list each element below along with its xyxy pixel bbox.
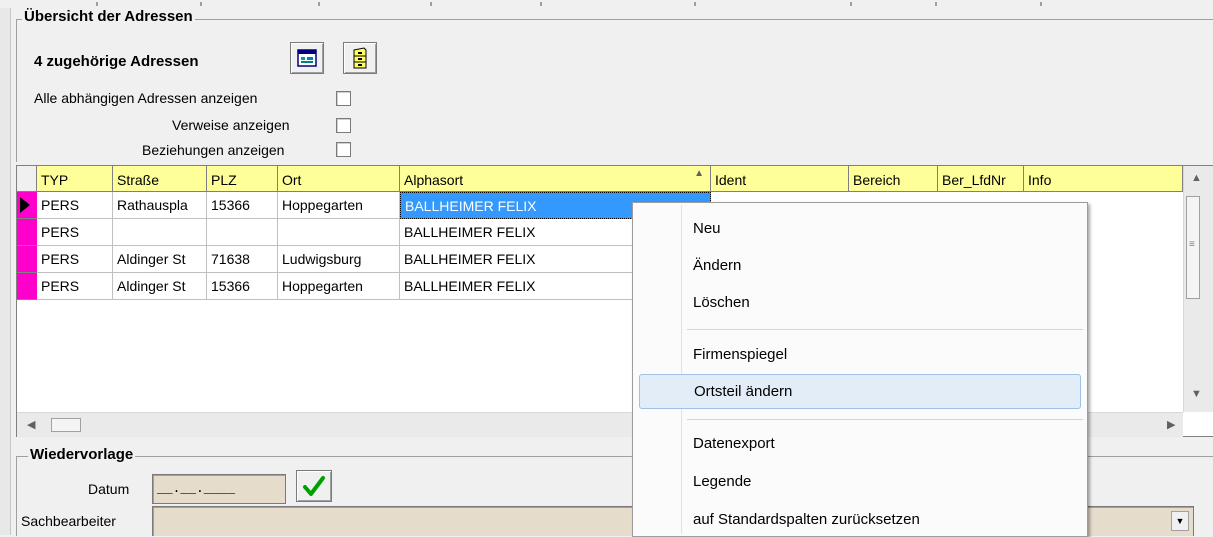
scroll-right-icon[interactable]: ▶ bbox=[1167, 418, 1175, 431]
table-cell-strasse[interactable] bbox=[113, 219, 207, 246]
date-input-value: __.__.____ bbox=[157, 481, 236, 496]
horizontal-scroll-thumb[interactable] bbox=[51, 418, 81, 432]
col-header-ident[interactable]: Ident bbox=[711, 166, 849, 192]
resubmission-title: Wiedervorlage bbox=[28, 446, 136, 463]
table-cell-ort[interactable]: Hoppegarten bbox=[278, 192, 400, 219]
checkmark-icon bbox=[303, 476, 325, 496]
table-cell-typ[interactable]: PERS bbox=[37, 192, 113, 219]
table-cell-strasse[interactable]: Aldinger St bbox=[113, 246, 207, 273]
table-cell-plz[interactable]: 15366 bbox=[207, 273, 278, 300]
row-marker[interactable] bbox=[17, 273, 37, 300]
table-cell-typ[interactable]: PERS bbox=[37, 273, 113, 300]
row-marker[interactable] bbox=[17, 246, 37, 273]
show-all-dependent-checkbox[interactable] bbox=[336, 91, 351, 106]
table-cell-ort[interactable] bbox=[278, 219, 400, 246]
show-relations-checkbox[interactable] bbox=[336, 142, 351, 157]
table-cell-strasse[interactable]: Aldinger St bbox=[113, 273, 207, 300]
menu-item-loeschen[interactable]: Löschen bbox=[639, 286, 1081, 318]
menu-separator bbox=[687, 329, 1083, 330]
col-header-strasse[interactable]: Straße bbox=[113, 166, 207, 192]
table-cell-strasse[interactable]: Rathauspla bbox=[113, 192, 207, 219]
grip-icon: ≡ bbox=[1189, 239, 1195, 250]
overview-title: Übersicht der Adressen bbox=[22, 8, 195, 25]
cabinet-icon bbox=[353, 47, 367, 69]
menu-item-ortsteil-aendern[interactable]: Ortsteil ändern bbox=[639, 374, 1081, 409]
menu-item-legende[interactable]: Legende bbox=[639, 465, 1081, 497]
menu-separator bbox=[687, 419, 1083, 420]
show-relations-label: Beziehungen anzeigen bbox=[142, 142, 285, 158]
table-cell-typ[interactable]: PERS bbox=[37, 219, 113, 246]
col-header-ber-lfdnr[interactable]: Ber_LfdNr bbox=[938, 166, 1024, 192]
date-label: Datum bbox=[88, 481, 130, 497]
col-header-ort[interactable]: Ort bbox=[278, 166, 400, 192]
vertical-scroll-thumb[interactable]: ≡ bbox=[1186, 196, 1200, 299]
table-cell-ort[interactable]: Hoppegarten bbox=[278, 273, 400, 300]
col-header-alphasort[interactable]: Alphasort ▲ bbox=[400, 166, 711, 192]
calendar-window-icon bbox=[297, 49, 317, 67]
header-corner bbox=[17, 166, 37, 192]
table-cell-plz[interactable]: 71638 bbox=[207, 246, 278, 273]
date-input[interactable]: __.__.____ bbox=[152, 474, 286, 504]
menu-item-datenexport[interactable]: Datenexport bbox=[639, 427, 1081, 459]
clerk-label: Sachbearbeiter bbox=[21, 513, 116, 529]
table-cell-ort[interactable]: Ludwigsburg bbox=[278, 246, 400, 273]
vertical-scrollbar[interactable]: ▲ ≡ ▼ bbox=[1183, 166, 1213, 412]
menu-item-neu[interactable]: Neu bbox=[639, 212, 1081, 244]
scroll-left-icon[interactable]: ◀ bbox=[27, 418, 35, 431]
col-header-typ[interactable]: TYP bbox=[37, 166, 113, 192]
row-marker[interactable] bbox=[17, 219, 37, 246]
scroll-up-icon[interactable]: ▲ bbox=[1191, 172, 1202, 184]
col-header-info[interactable]: Info bbox=[1024, 166, 1183, 192]
table-cell-plz[interactable]: 15366 bbox=[207, 192, 278, 219]
table-cell-typ[interactable]: PERS bbox=[37, 246, 113, 273]
col-header-alphasort-label: Alphasort bbox=[404, 172, 464, 188]
left-frame-edge bbox=[0, 8, 11, 535]
context-menu: Neu Ändern Löschen Firmenspiegel Ortstei… bbox=[632, 202, 1088, 537]
current-row-arrow-icon bbox=[20, 197, 30, 213]
menu-item-reset-columns[interactable]: auf Standardspalten zurücksetzen bbox=[639, 503, 1081, 535]
scroll-down-icon[interactable]: ▼ bbox=[1191, 388, 1202, 400]
col-header-bereich[interactable]: Bereich bbox=[849, 166, 938, 192]
table-cell-plz[interactable] bbox=[207, 219, 278, 246]
row-marker[interactable] bbox=[17, 192, 37, 219]
cabinet-button[interactable] bbox=[343, 42, 377, 74]
col-header-plz[interactable]: PLZ bbox=[207, 166, 278, 192]
confirm-date-button[interactable] bbox=[296, 470, 332, 502]
show-references-label: Verweise anzeigen bbox=[172, 117, 290, 133]
menu-item-aendern[interactable]: Ändern bbox=[639, 249, 1081, 281]
sort-ascending-icon: ▲ bbox=[694, 168, 704, 179]
show-all-dependent-label: Alle abhängigen Adressen anzeigen bbox=[34, 90, 258, 106]
show-references-checkbox[interactable] bbox=[336, 118, 351, 133]
address-count-label: 4 zugehörige Adressen bbox=[34, 53, 199, 70]
menu-item-firmenspiegel[interactable]: Firmenspiegel bbox=[639, 338, 1081, 370]
chevron-down-icon[interactable]: ▼ bbox=[1171, 511, 1189, 531]
view-button[interactable] bbox=[290, 42, 324, 74]
